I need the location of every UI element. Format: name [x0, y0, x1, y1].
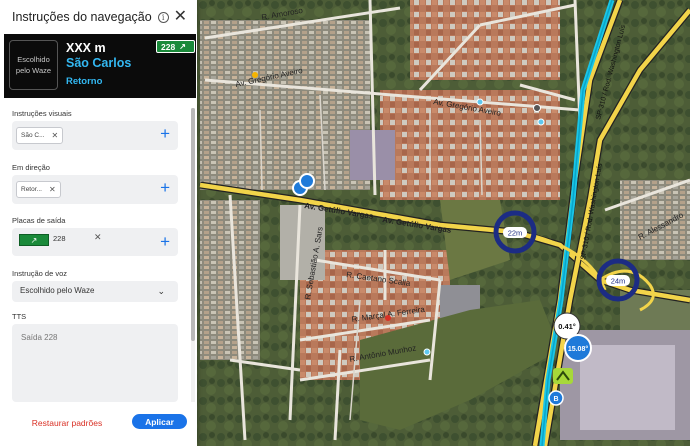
panel-title: Instruções do navegação — [12, 10, 152, 24]
apply-button[interactable]: Aplicar — [132, 414, 187, 429]
voice-instruction-select[interactable]: Escolhido pelo Waze ⌄ — [12, 281, 178, 302]
map-pin[interactable] — [385, 315, 391, 321]
restore-defaults-button[interactable]: Restaurar padrões — [16, 415, 118, 430]
panel-footer: Restaurar padrões Aplicar — [0, 408, 197, 446]
tts-label: TTS — [12, 312, 27, 321]
camera-marker[interactable] — [299, 173, 315, 189]
remove-exit-sign-icon[interactable]: ✕ — [94, 232, 102, 243]
add-exit-sign-button[interactable]: + — [160, 233, 170, 250]
instructions-form[interactable]: Instruções visuais São C... ✕ + Em direç… — [0, 100, 197, 402]
preview-distance: XXX m — [66, 41, 106, 55]
voice-instruction-value: Escolhido pelo Waze — [20, 286, 95, 295]
arrow-up-right-icon: ↗ — [179, 42, 186, 51]
exit-sign-number: 228 — [161, 41, 176, 52]
info-icon[interactable]: i — [157, 11, 169, 23]
add-direction-button[interactable]: + — [160, 179, 170, 196]
exit-sign-value: 228 — [53, 234, 66, 243]
segment-label: 22m — [508, 229, 523, 238]
angle-badge-label: 0.41° — [558, 322, 576, 331]
add-visual-instruction-button[interactable]: + — [160, 125, 170, 142]
close-icon[interactable]: ✕ — [174, 9, 187, 25]
exit-signs-field[interactable]: ↗ 228 ✕ + — [12, 228, 178, 256]
tts-textarea[interactable]: Saída 228 — [12, 324, 178, 402]
exit-signs-label: Placas de saída — [12, 216, 66, 225]
preview-thumbnail: Escolhido pelo Waze — [9, 40, 58, 90]
direction-chip[interactable]: Retor... ✕ — [16, 181, 61, 198]
preview-subtitle: Retorno — [66, 76, 103, 87]
chip-label: Retor... — [21, 186, 42, 193]
visual-instructions-label: Instruções visuais — [12, 109, 72, 118]
remove-chip-icon[interactable]: ✕ — [49, 185, 56, 194]
voice-instruction-label: Instrução de voz — [12, 269, 68, 278]
visual-instruction-chip[interactable]: São C... ✕ — [16, 127, 64, 144]
scrollbar-thumb[interactable] — [191, 108, 195, 341]
remove-chip-icon[interactable]: ✕ — [51, 131, 58, 140]
chip-label: São C... — [21, 132, 45, 139]
segment-label: 24m — [611, 277, 626, 286]
exit-sign-badge: 228 ↗ — [156, 40, 195, 53]
direction-field[interactable]: Retor... ✕ + — [12, 175, 178, 204]
map-node[interactable] — [533, 104, 541, 112]
map-node[interactable] — [252, 72, 258, 78]
preview-city: São Carlos — [66, 56, 132, 70]
map-node[interactable] — [476, 98, 484, 106]
instruction-preview: Escolhido pelo Waze XXX m São Carlos Ret… — [4, 34, 196, 98]
direction-label: Em direção — [12, 163, 50, 172]
panel-header: Instruções do navegação i ✕ — [0, 0, 197, 34]
map-node[interactable] — [537, 118, 545, 126]
chevron-down-icon: ⌄ — [157, 286, 165, 296]
angle-badge-active-label: 15.08° — [568, 345, 589, 353]
navigation-instructions-panel: Instruções do navegação i ✕ Escolhido pe… — [0, 0, 197, 446]
tts-placeholder: Saída 228 — [21, 333, 58, 342]
visual-instructions-field[interactable]: São C... ✕ + — [12, 121, 178, 150]
svg-text:B: B — [553, 396, 558, 403]
exit-sign-arrow-icon[interactable]: ↗ — [19, 234, 49, 246]
map-node[interactable] — [423, 348, 431, 356]
